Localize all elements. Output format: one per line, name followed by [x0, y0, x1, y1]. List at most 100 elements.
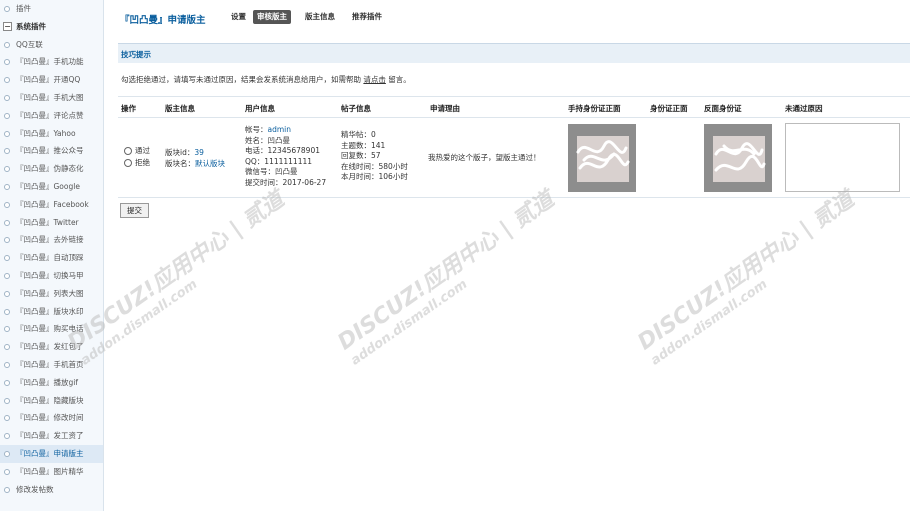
user-submit-time: 提交时间：2017-06-27 — [245, 177, 327, 187]
sidebar-item[interactable]: 『凹凸曼』开通QQ — [0, 71, 103, 89]
bullet-icon — [4, 77, 10, 84]
page-title: 『凹凸曼』申请版主 — [120, 15, 206, 26]
sidebar-item-label: 『凹凸曼』切换马甲 — [16, 270, 84, 280]
user-qq: QQ：1111111111 — [245, 156, 313, 166]
bullet-icon — [4, 397, 10, 404]
approve-option[interactable]: 通过 — [124, 145, 150, 157]
table-header: 操作 版主信息 用户信息 帖子信息 申请理由 手持身份证正面 身份证正面 反面身… — [118, 96, 910, 118]
sidebar-item[interactable]: 『凹凸曼』申请版主 — [0, 444, 103, 463]
sidebar-item[interactable]: 插件 — [0, 0, 103, 18]
sidebar-item[interactable]: 『凹凸曼』隐藏版块 — [0, 392, 103, 410]
sidebar-item[interactable]: 『凹凸曼』列表大图 — [0, 285, 103, 303]
watermark: DISCUZ!应用中心 | 贰道 addon.dismall.com — [630, 182, 868, 368]
user-info-cell: 帐号：admin 姓名：凹凸曼 电话：12345678901 QQ：111111… — [245, 125, 326, 189]
bullet-icon — [4, 130, 10, 137]
sidebar-item[interactable]: 『凹凸曼』Google — [0, 178, 103, 196]
bullet-icon — [4, 308, 10, 315]
bullet-icon — [4, 148, 10, 155]
tips-bar: 技巧提示 — [118, 43, 910, 63]
sidebar-item[interactable]: 修改发帖数 — [0, 481, 103, 499]
bullet-icon — [4, 59, 10, 66]
sidebar-item-label: 『凹凸曼』伪静态化 — [16, 164, 84, 174]
bullet-icon — [4, 361, 10, 368]
sidebar-item[interactable]: 『凹凸曼』去外链接 — [0, 231, 103, 249]
scribble-image-icon — [714, 142, 766, 172]
handheld-id-photo[interactable] — [568, 124, 636, 192]
bullet-icon — [4, 112, 10, 119]
tab-review-moderators[interactable]: 审核版主 — [253, 10, 291, 24]
bullet-icon — [4, 94, 10, 101]
bullet-icon — [4, 326, 10, 333]
sidebar-item[interactable]: 『凹凸曼』手机功能 — [0, 53, 103, 71]
submit-button[interactable]: 提交 — [120, 203, 149, 218]
sidebar-item-label: 『凹凸曼』评论点赞 — [16, 110, 84, 120]
bullet-icon — [4, 201, 10, 208]
sidebar-item[interactable]: 『凹凸曼』Facebook — [0, 196, 103, 214]
forum-id-link[interactable]: 39 — [194, 148, 204, 157]
col-action: 操作 — [121, 104, 136, 113]
tab-recommended-plugins[interactable]: 推荐插件 — [348, 10, 386, 24]
bullet-icon — [4, 166, 10, 173]
tab-settings[interactable]: 设置 — [227, 10, 250, 24]
sidebar-item[interactable]: 『凹凸曼』播放gif — [0, 374, 103, 392]
sidebar-item[interactable]: 『凹凸曼』评论点赞 — [0, 107, 103, 125]
reject-option[interactable]: 拒绝 — [124, 157, 150, 169]
sidebar-item-label: 『凹凸曼』开通QQ — [16, 75, 81, 85]
user-phone: 电话：12345678901 — [245, 146, 320, 156]
radio-circle-icon[interactable] — [124, 147, 132, 155]
sidebar-item-label: 插件 — [16, 4, 31, 13]
account-link[interactable]: admin — [268, 125, 292, 134]
forum-id-line: 版块id：39 — [165, 148, 225, 159]
col-post-info: 帖子信息 — [341, 104, 371, 113]
sidebar-group-system-plugins[interactable]: − 系统插件 — [0, 18, 103, 36]
id-back-photo[interactable] — [704, 124, 772, 192]
bullet-icon — [4, 450, 10, 457]
sidebar-item[interactable]: 『凹凸曼』图片精华 — [0, 463, 103, 481]
sidebar-item[interactable]: 『凹凸曼』修改时间 — [0, 409, 103, 427]
sidebar-item[interactable]: 『凹凸曼』切换马甲 — [0, 267, 103, 285]
sidebar-item-label: 『凹凸曼』Twitter — [16, 217, 79, 227]
apply-reason: 我热爱的这个版子，望版主通过！ — [428, 153, 541, 162]
tips-text-before: 勾选拒绝通过，请填写未通过原因，结果会发系统消息给用户，如需帮助 — [121, 75, 361, 84]
tab-moderator-info[interactable]: 版主信息 — [301, 10, 339, 24]
sidebar-item-label: 『凹凸曼』版块水印 — [16, 306, 84, 316]
tips-title: 技巧提示 — [121, 50, 151, 59]
sidebar-item-label: 修改发帖数 — [16, 484, 54, 494]
bullet-icon — [4, 379, 10, 386]
minus-box-icon[interactable]: − — [3, 21, 12, 31]
sidebar-item[interactable]: 『凹凸曼』手机大图 — [0, 89, 103, 107]
sidebar-item[interactable]: QQ互联 — [0, 36, 103, 54]
sidebar-item[interactable]: 『凹凸曼』推公众号 — [0, 142, 103, 160]
radio-circle-icon[interactable] — [124, 159, 132, 167]
reject-label: 拒绝 — [135, 158, 150, 167]
sidebar-item[interactable]: 『凹凸曼』伪静态化 — [0, 160, 103, 178]
sidebar-item-label: 『凹凸曼』Google — [16, 181, 80, 191]
sidebar-item-label: 『凹凸曼』手机大图 — [16, 92, 84, 102]
sidebar-item-label: 『凹凸曼』自动顶踩 — [16, 253, 84, 263]
reply-count: 回复数：57 — [341, 151, 381, 161]
reject-reason-input[interactable] — [785, 123, 900, 192]
sidebar-item[interactable]: 『凹凸曼』Twitter — [0, 214, 103, 232]
moderator-info-cell: 版块id：39 版块名：默认版块 — [165, 148, 225, 169]
thread-count: 主题数：141 — [341, 140, 386, 150]
sidebar-item[interactable]: 『凹凸曼』自动顶踩 — [0, 249, 103, 267]
sidebar-item-label: 『凹凸曼』发工资了 — [16, 431, 84, 441]
forum-name-link[interactable]: 默认版块 — [195, 159, 225, 168]
sidebar-item-label: 『凹凸曼』图片精华 — [16, 466, 84, 476]
bullet-icon — [4, 468, 10, 475]
sidebar-item-label: QQ互联 — [16, 39, 43, 49]
sidebar-item[interactable]: 『凹凸曼』发工资了 — [0, 427, 103, 445]
col-moderator-info: 版主信息 — [165, 104, 195, 113]
bullet-icon — [4, 486, 10, 493]
forum-id-label: 版块id： — [165, 148, 195, 157]
tips-help-link[interactable]: 请点击 — [363, 75, 386, 84]
bullet-icon — [4, 433, 10, 440]
sidebar-item-label: 『凹凸曼』手机首页 — [16, 359, 84, 369]
account-line: 帐号：admin — [245, 125, 326, 136]
online-time: 在线时间：580小时 — [341, 161, 408, 171]
sidebar-item[interactable]: 『凹凸曼』Yahoo — [0, 125, 103, 143]
user-name: 姓名：凹凸曼 — [245, 135, 290, 145]
bullet-icon — [4, 272, 10, 279]
tips-text: 勾选拒绝通过，请填写未通过原因，结果会发系统消息给用户，如需帮助 请点击 留言。 — [121, 74, 411, 85]
col-reject-reason: 未通过原因 — [785, 104, 823, 113]
